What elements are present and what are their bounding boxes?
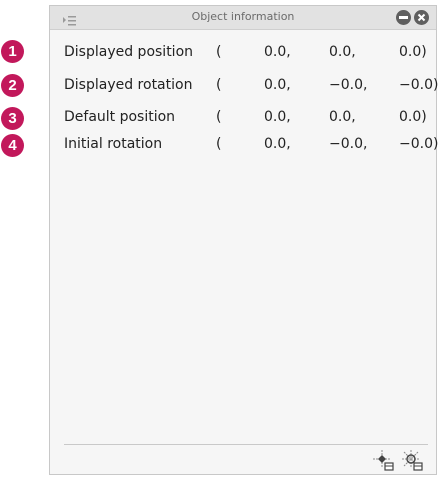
callout-4: 4 — [1, 134, 24, 157]
open-paren: ( — [216, 109, 222, 125]
value-y: 0.0, — [329, 44, 356, 60]
value-y: 0.0, — [329, 109, 356, 125]
value-z: 0.0) — [399, 109, 427, 125]
callout-2: 2 — [1, 74, 24, 97]
value-y: −0.0, — [329, 136, 368, 152]
callout-3: 3 — [1, 107, 24, 130]
value-x: 0.0, — [264, 109, 291, 125]
value-x: 0.0, — [264, 44, 291, 60]
move-position-icon[interactable] — [371, 448, 395, 472]
value-z: −0.0) — [399, 136, 438, 152]
open-paren: ( — [216, 136, 222, 152]
value-x: 0.0, — [264, 77, 291, 93]
value-x: 0.0, — [264, 136, 291, 152]
open-paren: ( — [216, 44, 222, 60]
value-y: −0.0, — [329, 77, 368, 93]
footer-divider — [64, 444, 428, 445]
callout-1: 1 — [1, 40, 24, 63]
row-label: Displayed rotation — [64, 77, 193, 93]
panel-title: Object information — [191, 10, 295, 23]
row-label: Default position — [64, 109, 176, 125]
row-label: Initial rotation — [64, 136, 163, 152]
value-z: 0.0) — [399, 44, 427, 60]
open-paren: ( — [216, 77, 222, 93]
value-z: −0.0) — [399, 77, 438, 93]
panel-titlebar[interactable]: Object information — [50, 6, 436, 30]
close-icon[interactable] — [414, 10, 429, 25]
minimize-icon[interactable] — [396, 10, 411, 25]
object-information-panel: Object information Displayed position ( … — [49, 5, 438, 475]
reset-rotation-icon[interactable] — [400, 448, 424, 472]
row-label: Displayed position — [64, 44, 194, 60]
